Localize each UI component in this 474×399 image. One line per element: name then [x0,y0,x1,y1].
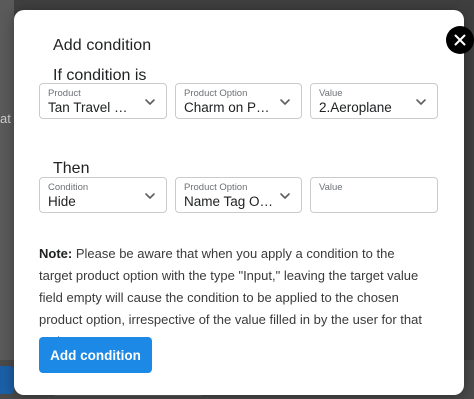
if-product-option-select[interactable]: Product Option Charm on Pro... [175,83,302,119]
field-value: Name Tag On... [184,194,274,209]
background-button [0,366,14,394]
then-product-option-select[interactable]: Product Option Name Tag On... [175,177,302,213]
field-label: Product [48,88,81,99]
note-label: Note: [39,246,73,261]
add-condition-button[interactable]: Add condition [39,337,152,373]
field-value: Tan Travel Wa... [48,100,138,115]
chevron-down-icon [280,99,290,105]
field-label: Product Option [184,182,248,193]
modal-title: Add condition [53,37,152,54]
background-panel [0,0,14,399]
add-condition-modal: Add condition If condition is Product Ta… [14,10,474,395]
field-label: Value [319,88,343,99]
background-text-fragment: at [0,111,11,126]
then-condition-select[interactable]: Condition Hide [39,177,167,213]
then-heading: Then [53,160,90,177]
field-value: 2.Aeroplane [319,100,392,115]
note-body: Please be aware that when you apply a co… [39,246,422,349]
field-label: Value [319,182,343,193]
chevron-down-icon [416,99,426,105]
if-value-select[interactable]: Value 2.Aeroplane [310,83,438,119]
field-label: Product Option [184,88,248,99]
field-label: Condition [48,182,89,193]
chevron-down-icon [280,193,290,199]
close-button[interactable] [446,26,474,54]
field-value: Charm on Pro... [184,100,274,115]
field-value: Hide [48,194,76,209]
then-value-input[interactable]: Value [310,177,438,213]
if-product-select[interactable]: Product Tan Travel Wa... [39,83,167,119]
chevron-down-icon [145,99,155,105]
close-icon [454,34,466,46]
chevron-down-icon [145,193,155,199]
